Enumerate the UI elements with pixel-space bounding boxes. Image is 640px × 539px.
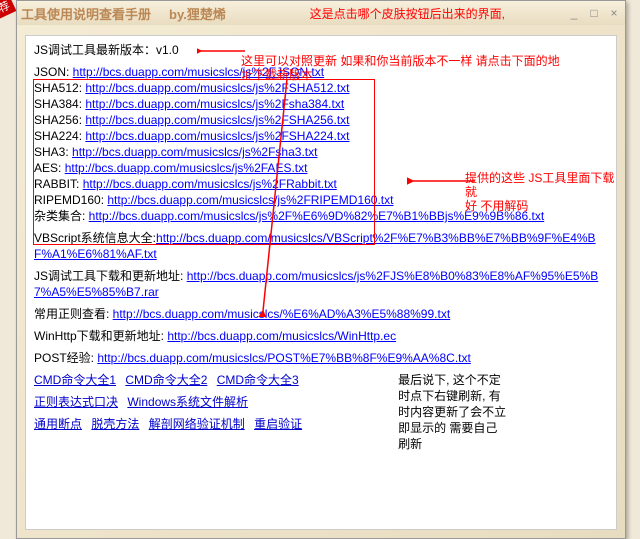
maximize-button[interactable]: □ [587,6,601,20]
cmd-links: CMD命令大全1 CMD命令大全2 CMD命令大全3 正则表达式口决 Windo… [34,372,308,452]
final-l5: 刷新 [398,436,506,452]
label: RIPEMD160: [34,193,107,207]
close-button[interactable]: × [607,6,621,20]
break-common[interactable]: 通用断点 [34,417,82,431]
link-aes[interactable]: http://bcs.duapp.com/musicslcs/js%2FAES.… [65,161,308,175]
link-regex[interactable]: http://bcs.duapp.com/musicslcs/%E6%AD%A3… [113,307,451,321]
link-winhttp[interactable]: http://bcs.duapp.com/musicslcs/WinHttp.e… [167,329,396,343]
cmd3[interactable]: CMD命令大全3 [217,373,299,387]
label: POST经验: [34,351,97,365]
link-sha3[interactable]: http://bcs.duapp.com/musicslcs/js%2Fsha3… [72,145,317,159]
final-l1: 最后说下, 这个不定 [398,372,506,388]
link-sha384[interactable]: http://bcs.duapp.com/musicslcs/js%2Fsha3… [85,97,344,111]
link-rabbit[interactable]: http://bcs.duapp.com/musicslcs/js%2FRabb… [83,177,337,191]
windows-files[interactable]: Windows系统文件解析 [127,395,248,409]
final-l3: 时内容更新了会不立 [398,404,506,420]
label: AES: [34,161,65,175]
net-auth[interactable]: 解剖网络验证机制 [149,417,245,431]
label: VBScript系统信息大全: [34,231,156,245]
annot-update: 这里可以对照更新 如果和你当前版本不一样 请点击下面的地址下载新版本 [241,54,611,82]
reboot-auth[interactable]: 重启验证 [254,417,302,431]
unpack[interactable]: 脱壳方法 [91,417,139,431]
content-area: JS调试工具最新版本：v1.0 JSON: http://bcs.duapp.c… [25,35,617,530]
label: RABBIT: [34,177,83,191]
final-l2: 时点下右键刷新, 有 [398,388,506,404]
regex-mnemonic[interactable]: 正则表达式口决 [34,395,118,409]
link-post[interactable]: http://bcs.duapp.com/musicslcs/POST%E7%B… [97,351,470,365]
label: JS调试工具下载和更新地址: [34,269,187,283]
label: WinHttp下载和更新地址: [34,329,167,343]
final-l4: 即显示的 需要自己 [398,420,506,436]
link-sha256[interactable]: http://bcs.duapp.com/musicslcs/js%2FSHA2… [85,113,349,127]
window-buttons: _ □ × [567,6,621,20]
recommend-badge: 推荐 [0,0,16,23]
label: 杂类集合: [34,209,89,223]
window-author: by.狸楚烯 [169,4,226,23]
link-sha512[interactable]: http://bcs.duapp.com/musicslcs/js%2FSHA5… [85,81,349,95]
label: SHA224: [34,129,85,143]
annot-download: 提供的这些 JS工具里面下载就好 不用解码 [465,171,625,213]
label: SHA384: [34,97,85,111]
app-window: 工具使用说明查看手册 by.狸楚烯 _ □ × 这是点击哪个皮肤按钮后出来的界面… [16,0,626,539]
label: SHA256: [34,113,85,127]
minimize-button[interactable]: _ [567,6,581,20]
annotation-top: 这是点击哪个皮肤按钮后出来的界面, [310,7,505,21]
label: JSON: [34,65,73,79]
link-ripemd160[interactable]: http://bcs.duapp.com/musicslcs/js%2FRIPE… [107,193,393,207]
final-note: 最后说下, 这个不定 时点下右键刷新, 有 时内容更新了会不立 即显示的 需要自… [398,372,506,452]
label: 常用正则查看: [34,307,113,321]
label: SHA512: [34,81,85,95]
cmd1[interactable]: CMD命令大全1 [34,373,116,387]
window-title: 工具使用说明查看手册 [21,4,151,23]
cmd2[interactable]: CMD命令大全2 [125,373,207,387]
label: SHA3: [34,145,72,159]
link-sha224[interactable]: http://bcs.duapp.com/musicslcs/js%2FSHA2… [85,129,349,143]
